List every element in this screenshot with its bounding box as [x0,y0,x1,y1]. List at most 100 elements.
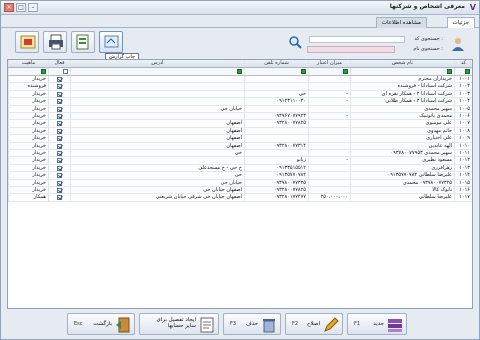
table-row[interactable]: ۱۰۱۵ ۰۹۳۷۸۰۰۷۷۳۲۵ محمدی ۰۹۳۷۸۰۰۷۷۳۲۵ خیابان… [8,179,472,187]
cell-active[interactable] [48,113,70,120]
cell-active[interactable] [48,83,70,90]
table-row[interactable]: ۱۰۱۱ سهیر محمدی ۰۹۳۷۸۰۰۷۷۹۵۳ خی خریدار [8,150,472,158]
cell-address [70,76,244,83]
table-row[interactable]: ۱۰۱۶ نانوک کالا ۰۹۳۲۸۰۰۷۷۸۲۵ اصفهان خیابان … [8,187,472,195]
table-row[interactable]: ۱۰۰۴ شرکت اسپادانا ۳ - همکار طلایی -۰۹۱۲۳۱… [8,98,472,106]
active-checkbox[interactable] [57,114,62,119]
cell-active[interactable] [48,157,70,164]
filter-icon[interactable] [237,69,242,74]
col-active-header[interactable]: فعال [48,60,70,67]
table-row[interactable]: ۱۰۰۵ سهیر محمدی خیابان خی خریدار [8,105,472,113]
filter-icon[interactable] [465,69,470,74]
cell-active[interactable] [48,90,70,98]
active-checkbox[interactable] [57,99,62,105]
cell-active[interactable] [48,98,70,105]
filter-icon[interactable] [447,69,452,74]
cell-active[interactable] [48,120,70,127]
col-code-header[interactable]: کد [454,60,472,67]
tab-details[interactable]: جزئیات [446,17,475,28]
active-checkbox[interactable] [57,84,62,90]
active-checkbox[interactable] [57,158,62,164]
print-button[interactable] [43,31,67,53]
tab-view-info[interactable]: مشاهده اطلاعات [375,17,427,28]
back-button[interactable]: بازگشت Esc [67,313,135,335]
cell-code: ۱۰۰۸ [454,127,472,135]
filter-icon[interactable] [343,69,348,74]
code-search-input[interactable] [309,36,405,43]
table-row[interactable]: ۱۰۱۴ علیرضا سلطانی ۰۹۱۳۵۷۷۰۷۸۲ ۰۹۱۳۵۷۷۰۷۸۲… [8,172,472,180]
minimize-icon[interactable]: – [28,3,38,12]
cell-address [70,157,244,164]
col-phone-header[interactable]: شماره تلفن [244,60,308,67]
cell-code: ۱۰۱۲ [454,157,472,164]
active-checkbox[interactable] [57,77,62,82]
new-button[interactable]: جدید F1 [347,313,407,335]
active-checkbox[interactable] [57,195,62,201]
delete-button[interactable]: حذف F3 [223,313,281,335]
cell-active[interactable] [48,194,70,201]
close-icon[interactable]: ✕ [4,3,14,12]
maximize-icon[interactable]: □ [16,3,26,12]
active-checkbox[interactable] [57,151,62,156]
cell-active[interactable] [48,179,70,186]
table-row[interactable]: ۱۰۱۰ الهه عابدین ۰۹۳۲۸۰۰۷۷۳۱۴ اصفهان خریدار [8,142,472,150]
filter-checkbox[interactable] [63,69,68,74]
edit-button[interactable]: اصلاح F2 [285,313,343,335]
active-checkbox[interactable] [57,136,62,142]
cell-role: خریدار [8,179,48,186]
col-role-header[interactable]: ماهیت [8,60,48,67]
table-row[interactable]: ۱۰۰۲ شرکت اسپادانا - فروشنده فروشنده [8,83,472,91]
table-row[interactable]: ۱۰۰۸ خانم مهدوی اصفهان خریدار [8,127,472,136]
active-checkbox[interactable] [57,173,62,179]
active-checkbox[interactable] [57,128,62,134]
table-row[interactable]: ۱۰۰۹ علی اختیاری اصفهان خریدار [8,135,472,143]
table-row[interactable]: ۱۰۰۱ خریداران محترم خریدار [8,76,472,84]
cell-active[interactable] [48,187,70,194]
filter-icon[interactable] [301,69,306,74]
cell-name: علی اختیاری [350,135,454,142]
cell-active[interactable] [48,135,70,142]
table-row[interactable]: ۱۰۱۳ زهرافرزی ۰۹۱۳۳۵۱۵۵۱۲ خ خی - خ مسجدعلی خ… [8,164,472,173]
active-checkbox[interactable] [57,121,62,127]
active-checkbox[interactable] [57,106,62,112]
cell-active[interactable] [48,150,70,157]
cell-role: خریدار [8,172,48,179]
cell-active[interactable] [48,172,70,179]
report-preview-button[interactable] [71,31,95,53]
window-controls: ✕ □ – [4,3,38,12]
name-search-input[interactable] [307,46,395,53]
col-credit-header[interactable]: میزان اعتبار [308,60,350,67]
active-checkbox[interactable] [57,180,62,186]
cell-active[interactable] [48,164,70,172]
cell-active[interactable] [48,76,70,83]
name-search-label: جستجوی نام : [413,46,443,52]
cell-phone: ۰۹۳۲۸۰۰۷۷۸۲۵ [244,187,308,194]
cell-active[interactable] [48,142,70,149]
cell-phone [244,76,308,83]
excel-export-button[interactable] [15,31,39,53]
table-row[interactable]: ۱۰۱۲ مسعود نظیری - زیانو خریدار [8,157,472,165]
active-checkbox[interactable] [57,91,62,97]
create-detail-button[interactable]: ایجاد تفصیل برای سایر حسابها [139,313,219,335]
cell-active[interactable] [48,127,70,135]
table-row[interactable]: ۱۰۰۳ شرکت اسپادانا ۲ - همکار نقره ای - خی خر… [8,90,472,99]
filter-icon[interactable] [41,69,46,74]
col-address-header[interactable]: آدرس [70,60,244,67]
cell-code: ۱۰۰۵ [454,105,472,112]
active-checkbox[interactable] [57,165,62,171]
cell-phone [244,135,308,142]
cell-phone: ۰۹۳۲۸۰۰۷۷۸۲۵ [244,120,308,127]
cell-phone: خی [244,90,308,98]
cell-credit: ۲۵۰،۰۰۰،۰۰۰ [308,194,350,201]
table-row[interactable]: ۱۰۰۶ محمدی باتوتنیک -۰۹۳۷۶۷۰۷۷۹۲۳ خریدار [8,113,472,121]
cell-active[interactable] [48,105,70,112]
cell-credit [308,179,350,186]
print-report-button[interactable] [99,31,123,53]
cell-code: ۱۰۰۹ [454,135,472,142]
search-icon[interactable] [288,35,302,49]
table-row[interactable]: ۱۰۰۷ علی موسوی ۰۹۳۲۸۰۰۷۷۸۲۵ اصفهان خریدار [8,120,472,128]
active-checkbox[interactable] [57,143,62,149]
table-row[interactable]: ۱۰۱۷ علیرضا سلطانی ۲۵۰،۰۰۰،۰۰۰ ۰۹۳۲۸۰۱۷۷۴۷۷… [8,194,472,202]
col-name-header[interactable]: نام شخص [350,60,454,67]
active-checkbox[interactable] [57,188,62,193]
